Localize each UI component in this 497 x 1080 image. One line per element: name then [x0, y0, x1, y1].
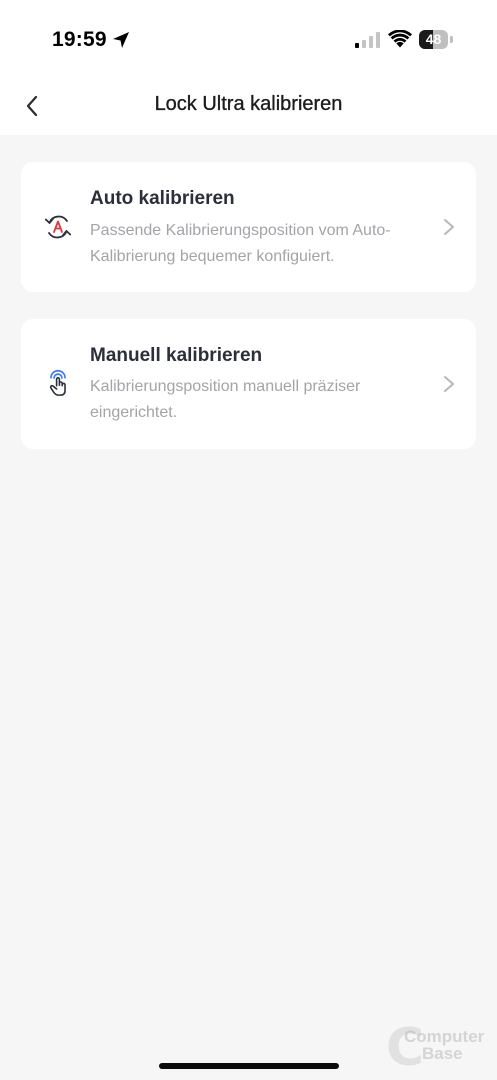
auto-calibrate-title: Auto kalibrieren — [90, 188, 235, 209]
top-area: 19:59 48 Lock Ultra kalibrieren — [0, 0, 497, 135]
manual-calibrate-option[interactable]: Manuell kalibrieren Kalibrierungspositio… — [21, 319, 476, 449]
battery-level: 48 — [425, 31, 442, 47]
manual-calibrate-icon — [49, 369, 66, 396]
watermark-line-2: Base — [422, 1044, 463, 1063]
chevron-right-icon — [444, 219, 454, 235]
computerbase-watermark: C Computer Base — [386, 1018, 490, 1078]
cellular-signal-icon — [355, 32, 380, 48]
manual-calibrate-title: Manuell kalibrieren — [90, 345, 263, 366]
chevron-right-icon — [444, 376, 454, 392]
auto-calibrate-icon — [44, 215, 72, 239]
wifi-icon — [388, 30, 412, 48]
page-title: Lock Ultra kalibrieren — [154, 93, 343, 115]
status-bar: 19:59 48 — [0, 0, 497, 80]
battery-body: 48 — [419, 30, 448, 49]
battery-tip — [450, 36, 453, 43]
home-indicator[interactable] — [159, 1063, 339, 1069]
status-time: 19:59 — [52, 28, 107, 51]
manual-calibrate-description: Kalibrierungsposition manuell präziser e… — [90, 378, 361, 421]
back-button[interactable] — [14, 88, 50, 124]
location-arrow-icon — [113, 32, 129, 48]
auto-calibrate-description: Passende Kalibrierungsposition vom Auto-… — [90, 222, 391, 265]
auto-calibrate-option[interactable]: Auto kalibrieren Passende Kalibrierungsp… — [21, 162, 476, 292]
battery-indicator: 48 — [419, 30, 453, 49]
chevron-left-icon — [26, 95, 38, 117]
